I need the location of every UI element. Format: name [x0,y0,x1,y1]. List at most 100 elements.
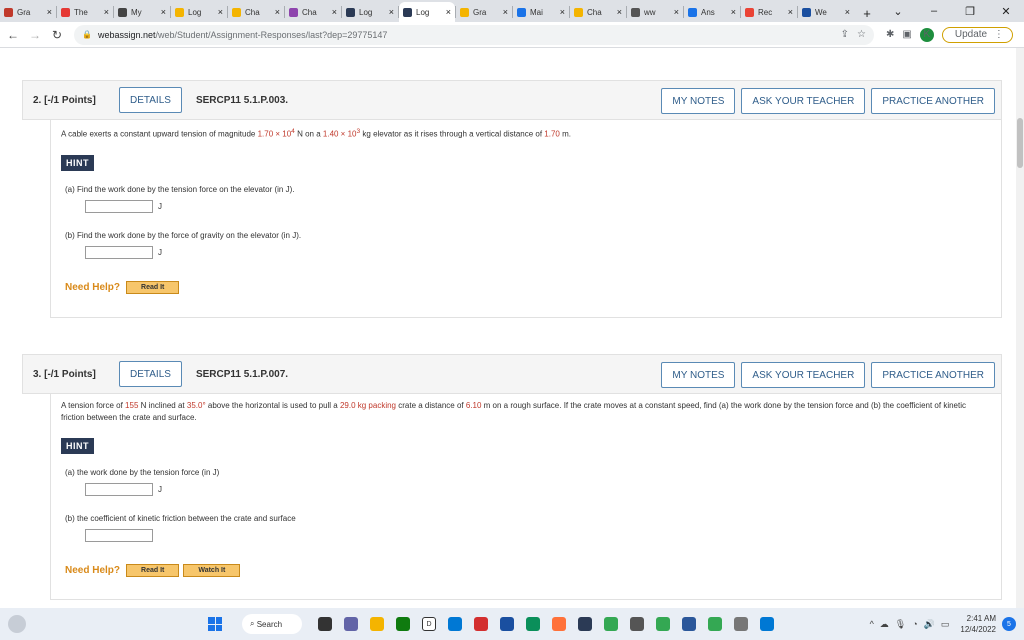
browser-tab[interactable]: Gra × [0,2,56,22]
my-notes-button[interactable]: MY NOTES [661,88,736,114]
tab-close-icon[interactable]: × [161,7,166,17]
watch-it-button[interactable]: Watch It [183,564,241,577]
settings-gear-icon[interactable] [734,617,748,631]
browser-tab[interactable]: Gra × [456,2,512,22]
chrome-icon[interactable] [708,617,722,631]
back-button[interactable]: ← [4,28,22,42]
cloud-icon[interactable]: ☁ [880,619,889,630]
practice-another-button[interactable]: PRACTICE ANOTHER [871,362,995,388]
tab-close-icon[interactable]: × [617,7,622,17]
tab-close-icon[interactable]: × [47,7,52,17]
browser-tab[interactable]: Cha × [228,2,284,22]
edge-icon[interactable] [526,617,540,631]
teams-icon[interactable] [344,617,358,631]
tab-close-icon[interactable]: × [560,7,565,17]
widgets-icon[interactable] [8,615,26,633]
tab-title: Gra [17,7,31,17]
browser-tab[interactable]: My × [114,2,170,22]
value-tension: 1.70 × 10 [257,129,292,139]
sidepanel-icon[interactable]: ▣ [902,29,911,40]
profile-avatar[interactable]: K [919,27,934,42]
store-icon[interactable] [396,617,410,631]
question-text: A cable exerts a constant upward tension… [61,126,991,141]
new-tab-button[interactable]: + [858,4,876,22]
tab-close-icon[interactable]: × [674,7,679,17]
hint-button[interactable]: HINT [61,438,94,454]
mcafee-icon[interactable] [474,617,488,631]
task-view-icon[interactable] [318,617,332,631]
notification-badge[interactable]: 5 [1002,617,1016,631]
battery-icon[interactable]: ▭ [941,619,950,630]
update-button[interactable]: Update ⋮ [941,26,1013,43]
browser-tab[interactable]: ww × [627,2,683,22]
chrome-icon[interactable] [604,617,618,631]
browser-tab[interactable]: Ans × [684,2,740,22]
tab-search-icon[interactable]: ⌄ [880,0,916,22]
browser-tab[interactable]: Rec × [741,2,797,22]
browser-tab[interactable]: Log × [171,2,227,22]
browser-tab[interactable]: We × [798,2,854,22]
part-b-answer-input[interactable] [85,529,153,542]
tab-close-icon[interactable]: × [845,7,850,17]
tab-close-icon[interactable]: × [332,7,337,17]
close-window-button[interactable]: ✕ [988,0,1024,22]
update-label: Update [954,29,988,40]
mail-icon[interactable] [448,617,462,631]
file-explorer-icon[interactable] [370,617,384,631]
share-icon[interactable]: ⇪ [841,29,849,40]
taskbar-search[interactable]: ⌕ Search [242,614,302,634]
tab-close-icon[interactable]: × [788,7,793,17]
details-button[interactable]: DETAILS [119,361,182,387]
details-button[interactable]: DETAILS [119,87,182,113]
read-it-button[interactable]: Read It [126,564,180,577]
minimize-button[interactable]: – [916,0,952,22]
webassign-icon[interactable] [578,617,592,631]
ask-teacher-button[interactable]: ASK YOUR TEACHER [741,88,866,114]
clock[interactable]: 2:41 AM 12/4/2022 [960,613,996,635]
maximize-button[interactable]: ❐ [952,0,988,22]
part-b-answer-input[interactable] [85,245,153,259]
browser-tab[interactable]: Mai × [513,2,569,22]
browser-tab[interactable]: Cha × [285,2,341,22]
tab-close-icon[interactable]: × [503,7,508,17]
browser-tab[interactable]: The × [57,2,113,22]
photos-icon[interactable] [760,617,774,631]
word-icon[interactable] [682,617,696,631]
unit-label: J [158,201,162,211]
address-bar[interactable]: 🔒 webassign.net/web/Student/Assignment-R… [74,24,874,45]
page-scrollbar[interactable] [1016,48,1024,608]
bookmark-star-icon[interactable]: ☆ [857,29,866,40]
browser-tab[interactable]: Cha × [570,2,626,22]
wifi-icon[interactable]: ◔ [912,619,917,629]
chrome-icon[interactable] [656,617,670,631]
app-icon[interactable] [500,617,514,631]
tab-close-icon[interactable]: × [218,7,223,17]
reload-button[interactable]: ↻ [48,28,66,42]
read-it-button[interactable]: Read It [126,280,180,294]
chevron-up-icon[interactable]: ^ [870,619,874,629]
part-a-answer-input[interactable] [85,199,153,213]
tab-close-icon[interactable]: × [389,7,394,17]
app-icon[interactable] [630,617,644,631]
browser-tab[interactable]: Log × [342,2,398,22]
tab-close-icon[interactable]: × [275,7,280,17]
dell-icon[interactable]: D [422,617,436,631]
value-mass: 29.0 kg packing [339,401,397,410]
ask-teacher-button[interactable]: ASK YOUR TEACHER [741,362,866,388]
tab-close-icon[interactable]: × [731,7,736,17]
tab-close-icon[interactable]: × [446,7,451,17]
part-a-answer-input[interactable] [85,483,153,496]
extensions-icon[interactable]: ✱ [886,29,894,40]
hint-button[interactable]: HINT [61,154,94,171]
practice-another-button[interactable]: PRACTICE ANOTHER [871,88,995,114]
unit-label: J [158,247,162,257]
my-notes-button[interactable]: MY NOTES [661,362,736,388]
tab-close-icon[interactable]: × [104,7,109,17]
browser-tab[interactable]: Log × [399,2,455,22]
scrollbar-thumb[interactable] [1017,118,1023,168]
mic-icon[interactable]: 🎙 [895,619,906,630]
volume-icon[interactable]: 🔊 [924,619,935,630]
forward-button[interactable]: → [26,28,44,42]
windows-start-icon[interactable] [208,617,222,631]
firefox-icon[interactable] [552,617,566,631]
